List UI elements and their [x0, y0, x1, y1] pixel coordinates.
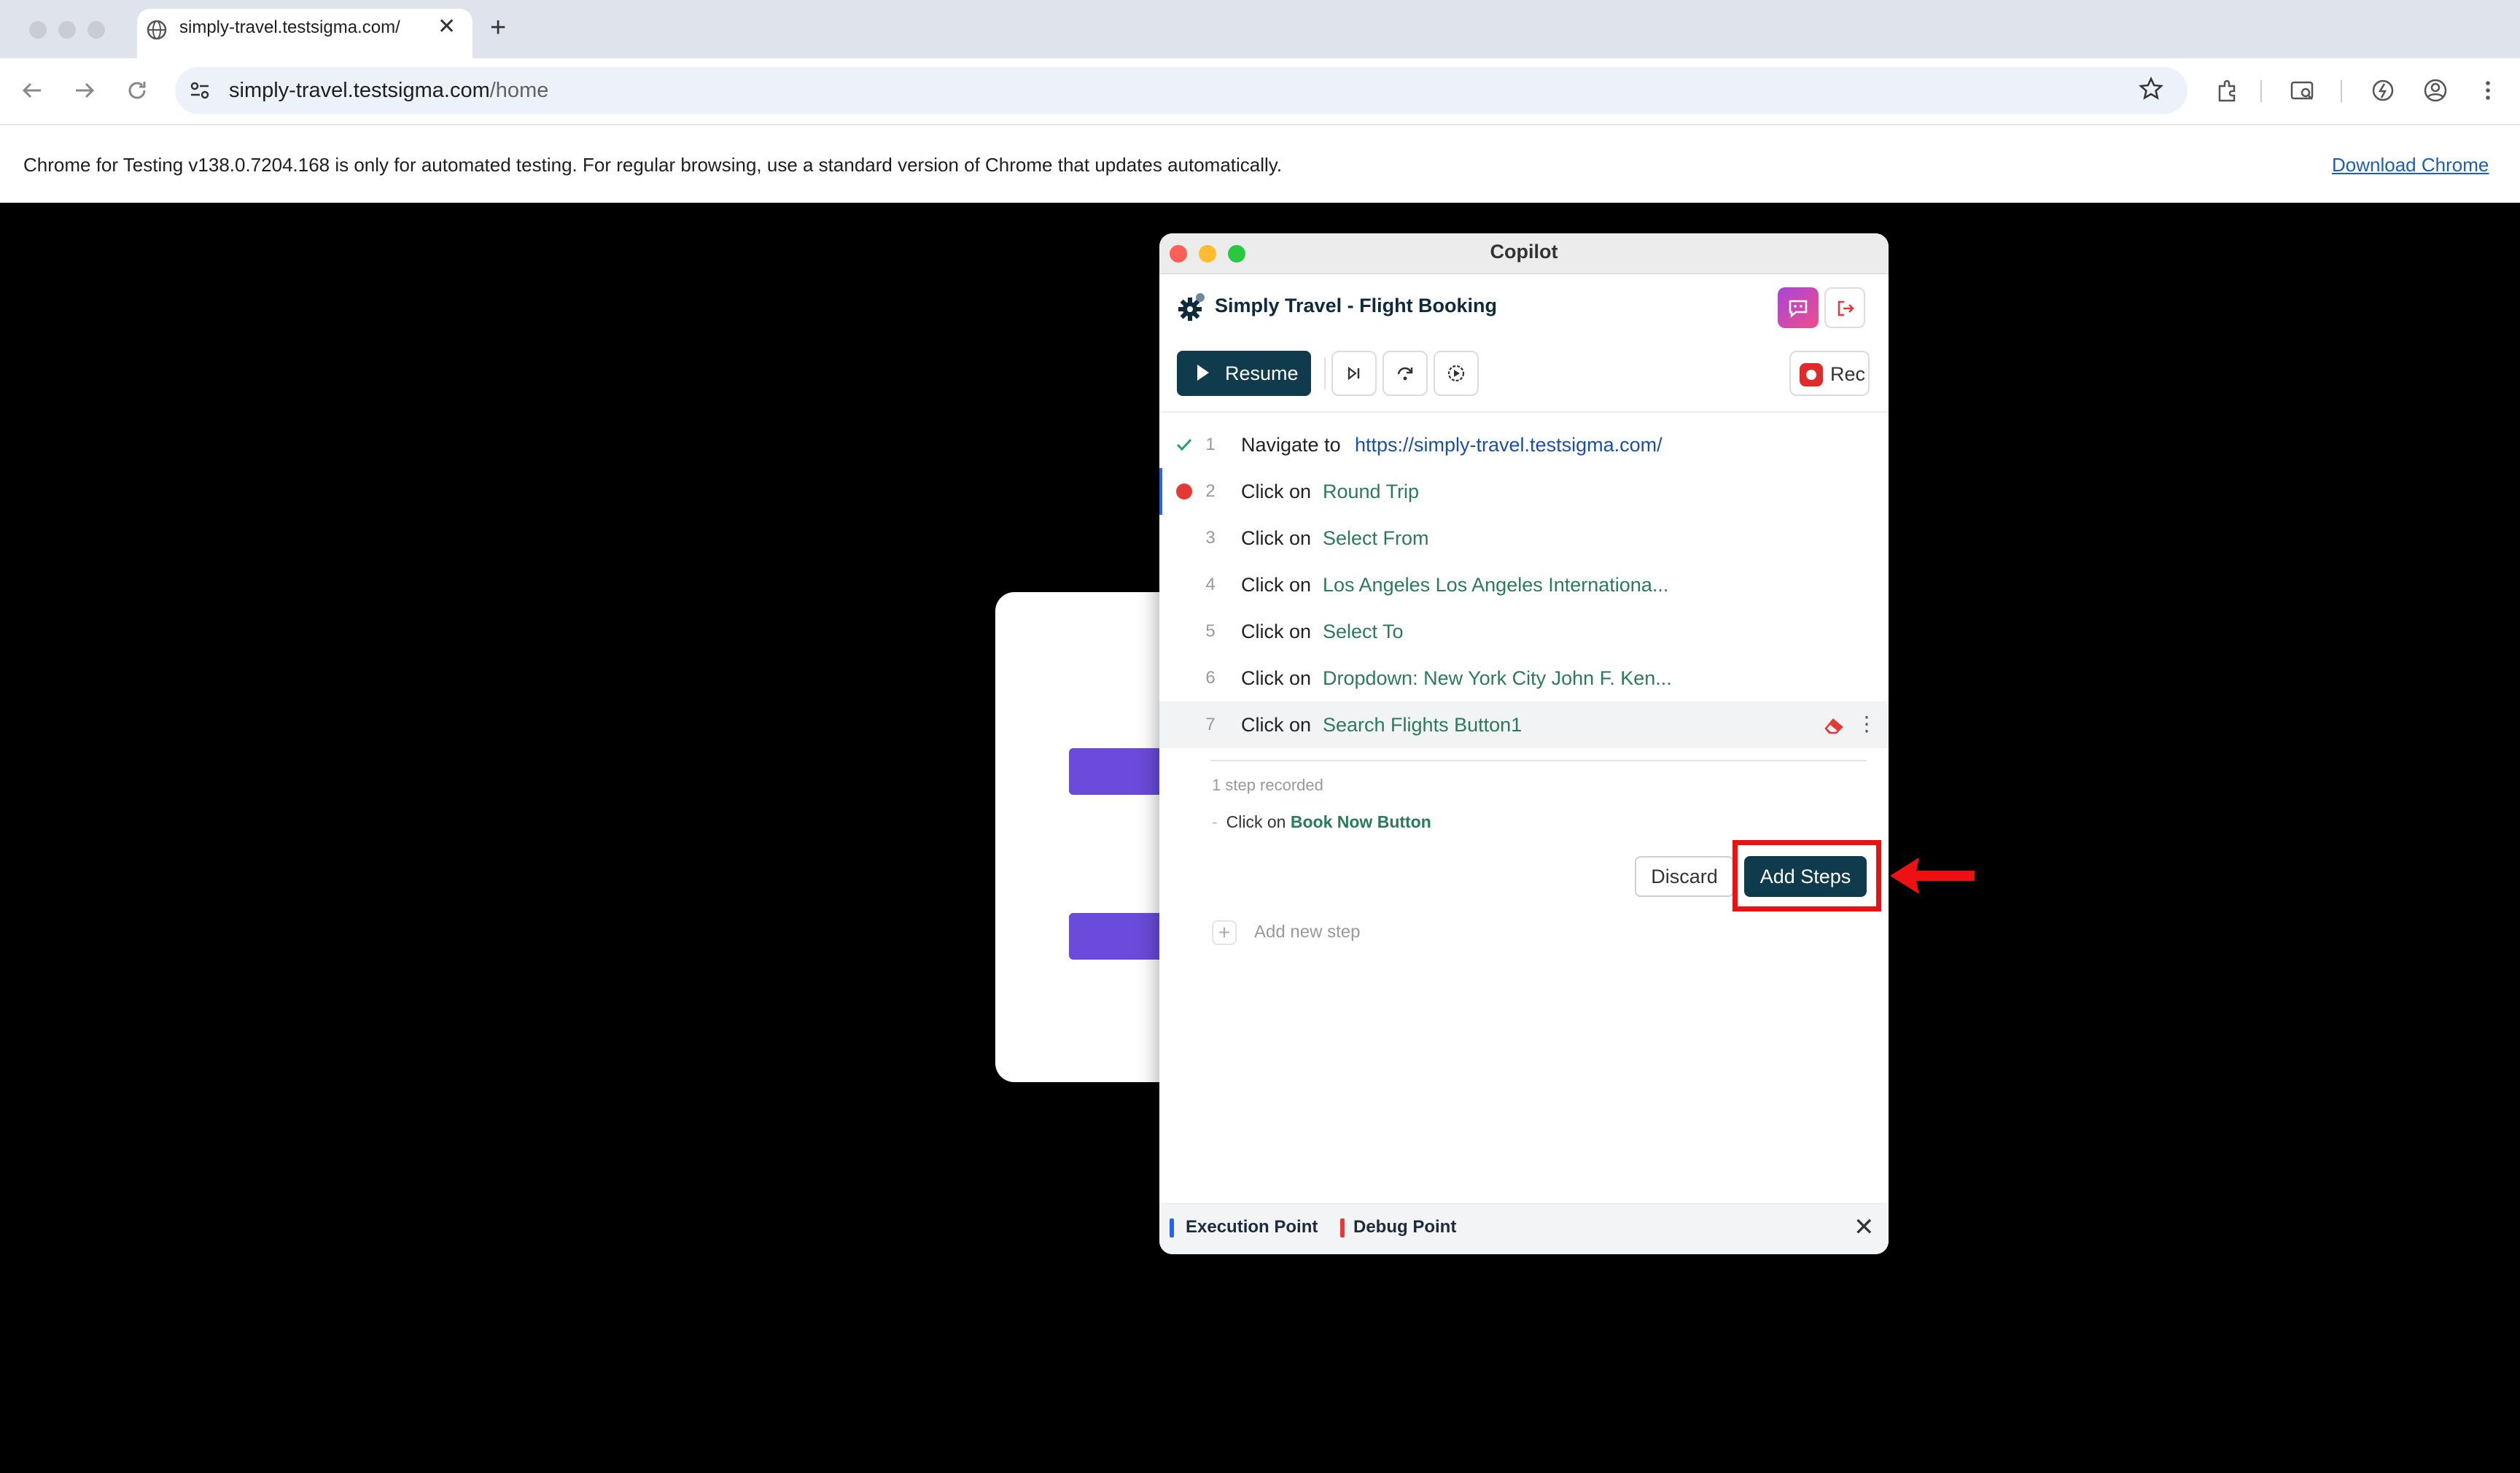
skip-next-icon: [1348, 366, 1360, 381]
step-action: Click on: [1241, 574, 1312, 596]
recorded-divider: [1210, 760, 1867, 761]
window-minimize-control[interactable]: [58, 21, 76, 39]
step-over-button[interactable]: [1331, 351, 1377, 396]
copilot-window-title: Copilot: [1490, 241, 1558, 263]
site-settings-icon[interactable]: [188, 79, 211, 102]
step-action: Click on: [1241, 667, 1312, 689]
performance-icon[interactable]: [2368, 76, 2398, 105]
step-row[interactable]: 2 Click on Round Trip: [1159, 468, 1889, 515]
extensions-icon[interactable]: [2212, 76, 2241, 105]
highlight-box: [1732, 840, 1881, 912]
info-bar-message: Chrome for Testing v138.0.7204.168 is on…: [23, 154, 1283, 176]
recorded-action: Click on: [1226, 812, 1286, 831]
tab-search-icon[interactable]: [2288, 76, 2317, 105]
step-row[interactable]: 3 Click on Select From: [1159, 515, 1889, 561]
step-action: Click on: [1241, 527, 1312, 549]
step-action: Navigate to: [1241, 434, 1341, 456]
debug-point-swatch: [1340, 1219, 1345, 1237]
discard-button[interactable]: Discard: [1635, 856, 1734, 897]
record-button[interactable]: Rec: [1789, 351, 1870, 396]
restart-button[interactable]: [1434, 351, 1479, 396]
check-icon: [1176, 438, 1192, 451]
add-new-step[interactable]: + Add new step: [1212, 920, 1360, 945]
menu-kebab-icon[interactable]: [2473, 76, 2502, 105]
step-row[interactable]: 5 Click on Select To: [1159, 608, 1889, 655]
record-icon: [1800, 363, 1823, 386]
url-path: /home: [489, 79, 549, 102]
new-tab-icon[interactable]: +: [490, 13, 506, 42]
step-number: 4: [1205, 575, 1216, 594]
execution-point-legend: Execution Point: [1186, 1217, 1318, 1237]
recorded-dash: -: [1212, 812, 1218, 831]
reload-icon[interactable]: [121, 74, 153, 106]
profile-icon[interactable]: [2421, 76, 2450, 105]
header-divider: [1159, 411, 1889, 413]
step-number: 6: [1205, 668, 1216, 688]
forward-arrow-icon[interactable]: [69, 74, 101, 106]
step-target: Search Flights Button1: [1323, 714, 1522, 736]
step-number: 5: [1205, 621, 1216, 641]
bookmark-star-icon[interactable]: [2138, 76, 2164, 102]
ai-chat-icon: [1789, 300, 1808, 318]
step-target: Select To: [1323, 621, 1404, 642]
step-target: https://simply-travel.testsigma.com/: [1355, 434, 1662, 456]
url-host: simply-travel.testsigma.com: [229, 79, 490, 102]
close-tab-icon[interactable]: ✕: [438, 16, 456, 38]
recorded-step-item: - Click on Book Now Button: [1212, 812, 1431, 832]
play-icon: [1197, 365, 1209, 381]
step-action: Click on: [1241, 481, 1312, 502]
step-row[interactable]: 4 Click on Los Angeles Los Angeles Inter…: [1159, 561, 1889, 608]
copilot-footer: Execution Point Debug Point ✕: [1159, 1203, 1889, 1254]
recorded-target: Book Now Button: [1290, 812, 1431, 831]
step-action: Click on: [1241, 621, 1312, 642]
step-into-button[interactable]: [1382, 351, 1428, 396]
exit-session-button[interactable]: [1824, 287, 1865, 328]
resume-button[interactable]: Resume: [1177, 351, 1311, 396]
pointer-arrow-icon: [1890, 858, 1975, 894]
step-row[interactable]: 1 Navigate to https://simply-travel.test…: [1159, 421, 1889, 468]
window-zoom-control[interactable]: [88, 21, 105, 39]
exit-icon: [1838, 300, 1854, 316]
step-number: 1: [1205, 435, 1216, 454]
toolbar-divider: [2341, 80, 2342, 102]
eraser-icon[interactable]: [1823, 716, 1845, 735]
step-number: 3: [1205, 528, 1216, 548]
step-target: Dropdown: New York City John F. Ken...: [1323, 667, 1672, 689]
globe-icon: [147, 20, 167, 40]
execution-point-marker: [1159, 468, 1162, 515]
step-action: Click on: [1241, 714, 1312, 736]
project-name: Simply Travel - Flight Booking: [1215, 295, 1498, 316]
toolbar-divider: [2260, 80, 2262, 102]
step-number: 2: [1205, 481, 1216, 501]
step-row[interactable]: 7 Click on Search Flights Button1 ⋮: [1159, 701, 1889, 748]
copilot-window: Copilot Simply Travel - Flight Booking R…: [1159, 233, 1889, 1254]
execution-point-swatch: [1170, 1219, 1174, 1237]
step-more-icon[interactable]: ⋮: [1856, 712, 1877, 736]
step-target: Select From: [1323, 527, 1429, 549]
back-arrow-icon[interactable]: [16, 74, 48, 106]
controls-divider: [1324, 357, 1326, 389]
close-legend-icon[interactable]: ✕: [1854, 1213, 1875, 1242]
step-target: Los Angeles Los Angeles Internationa...: [1323, 574, 1669, 596]
replay-icon: [1447, 365, 1465, 382]
recorded-count: 1 step recorded: [1212, 776, 1323, 794]
debug-point-icon[interactable]: [1175, 483, 1193, 500]
step-target: Round Trip: [1323, 481, 1420, 502]
debug-point-legend: Debug Point: [1353, 1217, 1457, 1237]
step-row[interactable]: 6 Click on Dropdown: New York City John …: [1159, 655, 1889, 701]
ai-assistant-button[interactable]: [1778, 287, 1819, 328]
tab-title: simply-travel.testsigma.com/: [179, 18, 400, 37]
record-label: Rec: [1830, 363, 1866, 385]
plus-icon: +: [1212, 920, 1237, 945]
add-new-step-label: Add new step: [1254, 922, 1361, 942]
step-number: 7: [1205, 715, 1216, 734]
url-text: simply-travel.testsigma.com/home: [229, 79, 548, 103]
redo-arc-icon: [1397, 367, 1413, 381]
resume-label: Resume: [1225, 362, 1299, 384]
download-chrome-link[interactable]: Download Chrome: [2332, 154, 2489, 176]
testsigma-logo-icon: [1178, 293, 1205, 321]
window-close-control[interactable]: [29, 21, 47, 39]
